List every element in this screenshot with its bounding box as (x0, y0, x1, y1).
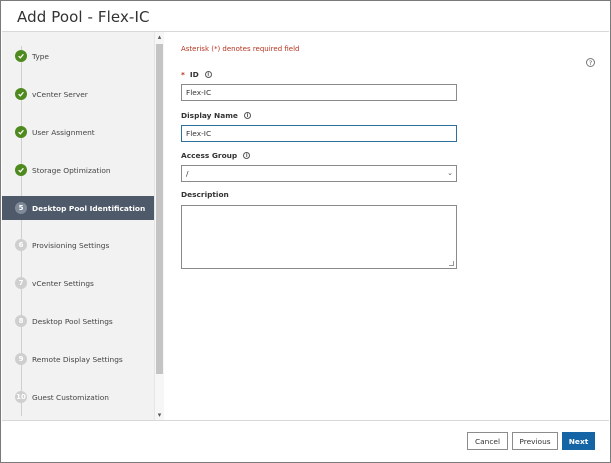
access-group-label: Access Group i (181, 151, 251, 160)
form-content: Asterisk (*) denotes required field ? * … (164, 32, 610, 420)
dialog-title: Add Pool - Flex-IC (17, 8, 150, 26)
step-number-badge: 7 (15, 277, 27, 289)
access-group-label-text: Access Group (181, 151, 238, 160)
access-group-value: / (186, 169, 189, 178)
step-desktop-pool-identification[interactable]: 5 Desktop Pool Identification (2, 196, 154, 220)
step-label: vCenter Settings (32, 278, 94, 288)
step-number-badge: 8 (15, 315, 27, 327)
step-label: Type (32, 51, 49, 61)
scroll-down-icon[interactable]: ▾ (155, 410, 164, 420)
display-name-label-text: Display Name (181, 111, 238, 120)
step-number-badge: 9 (15, 353, 27, 365)
footer-divider (2, 420, 609, 421)
display-name-label: Display Name i (181, 111, 251, 120)
step-number-badge: 5 (15, 202, 27, 214)
sidebar-scrollbar[interactable]: ▴ ▾ (154, 32, 164, 420)
required-marker: * (181, 70, 185, 79)
id-input[interactable]: Flex-IC (181, 84, 457, 101)
info-icon[interactable]: i (243, 152, 251, 159)
id-label: * ID i (181, 70, 212, 79)
description-label: Description (181, 190, 229, 199)
step-number-badge: 6 (15, 239, 27, 251)
next-button[interactable]: Next (562, 432, 595, 450)
step-provisioning-settings[interactable]: 6 Provisioning Settings (2, 233, 154, 257)
id-label-text: ID (189, 70, 199, 79)
step-label: User Assignment (32, 127, 95, 137)
step-label: Guest Customization (32, 392, 109, 402)
description-label-text: Description (181, 190, 229, 199)
step-label: Desktop Pool Identification (32, 203, 146, 213)
display-name-input[interactable]: Flex-IC (181, 125, 457, 142)
description-textarea[interactable] (181, 205, 457, 269)
add-pool-dialog: Add Pool - Flex-IC Type vCenter Server U… (0, 0, 611, 463)
step-storage-optimization[interactable]: Storage Optimization (2, 158, 154, 182)
step-guest-customization[interactable]: 10 Guest Customization (2, 385, 154, 409)
check-icon (15, 88, 27, 100)
scroll-thumb[interactable] (156, 44, 163, 374)
previous-button[interactable]: Previous (512, 432, 558, 450)
required-field-note: Asterisk (*) denotes required field (181, 45, 300, 53)
step-label: Remote Display Settings (32, 354, 123, 364)
step-label: Desktop Pool Settings (32, 316, 113, 326)
chevron-down-icon: ⌄ (447, 169, 453, 177)
step-label: Provisioning Settings (32, 240, 110, 250)
scroll-up-icon[interactable]: ▴ (155, 32, 164, 42)
step-vcenter-server[interactable]: vCenter Server (2, 82, 154, 106)
wizard-steps-sidebar: Type vCenter Server User Assignment Stor… (2, 32, 154, 420)
check-icon (15, 50, 27, 62)
step-vcenter-settings[interactable]: 7 vCenter Settings (2, 271, 154, 295)
check-icon (15, 164, 27, 176)
info-icon[interactable]: i (204, 71, 212, 78)
cancel-button[interactable]: Cancel (467, 432, 508, 450)
resize-handle-icon[interactable] (449, 261, 454, 266)
step-number-badge: 10 (15, 391, 27, 403)
access-group-select[interactable]: / ⌄ (181, 165, 457, 182)
info-icon[interactable]: i (243, 112, 251, 119)
check-icon (15, 126, 27, 138)
step-label: vCenter Server (32, 89, 88, 99)
step-type[interactable]: Type (2, 44, 154, 68)
step-label: Storage Optimization (32, 165, 111, 175)
help-icon[interactable]: ? (586, 58, 595, 67)
step-remote-display-settings[interactable]: 9 Remote Display Settings (2, 347, 154, 371)
step-desktop-pool-settings[interactable]: 8 Desktop Pool Settings (2, 309, 154, 333)
step-user-assignment[interactable]: User Assignment (2, 120, 154, 144)
